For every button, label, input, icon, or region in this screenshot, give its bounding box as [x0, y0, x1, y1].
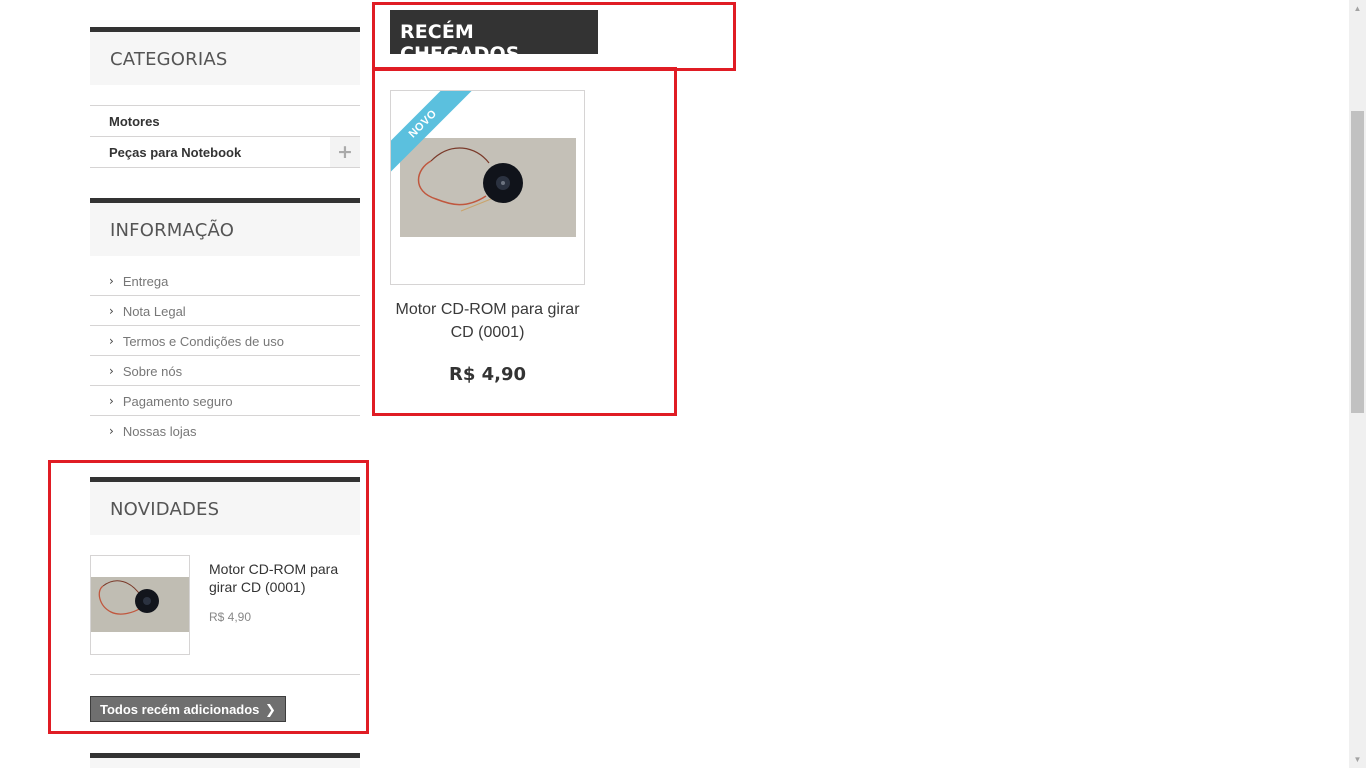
category-item-pecas-notebook[interactable]: Peças para Notebook +: [90, 137, 360, 168]
chevron-right-icon: ›: [109, 394, 114, 408]
chevron-right-icon: ›: [109, 304, 114, 318]
product-card: NOVO Motor CD-ROM para girar CD (0001) R…: [390, 90, 585, 385]
new-products-title: NOVIDADES: [90, 477, 360, 535]
expand-plus-icon[interactable]: +: [330, 137, 360, 167]
chevron-right-icon: ›: [109, 334, 114, 348]
info-link-label: Nossas lojas: [122, 424, 197, 439]
chevron-right-icon: ›: [109, 274, 114, 288]
category-item-motores[interactable]: Motores: [90, 106, 360, 137]
info-link-label: Pagamento seguro: [122, 394, 233, 409]
next-block-partial: [90, 753, 360, 768]
chevron-right-icon: ›: [109, 364, 114, 378]
scroll-down-arrow-icon[interactable]: ▼: [1349, 751, 1366, 768]
info-link-pagamento[interactable]: › Pagamento seguro: [90, 386, 360, 416]
new-product-price: R$ 4,90: [209, 610, 252, 624]
product-name[interactable]: Motor CD-ROM para girar CD (0001): [390, 298, 585, 344]
info-link-sobre-nos[interactable]: › Sobre nós: [90, 356, 360, 386]
info-link-label: Termos e Condições de uso: [122, 334, 284, 349]
info-link-label: Nota Legal: [122, 304, 186, 319]
category-label: Peças para Notebook: [109, 145, 242, 160]
information-list: › Entrega › Nota Legal › Termos e Condiç…: [90, 266, 360, 446]
cd-motor-thumbnail[interactable]: [90, 555, 190, 655]
categories-block: CATEGORIAS Motores Peças para Notebook +: [90, 27, 360, 168]
info-link-nota-legal[interactable]: › Nota Legal: [90, 296, 360, 326]
new-product-item: Motor CD-ROM para girar CD (0001) R$ 4,9…: [90, 555, 360, 675]
new-product-name[interactable]: Motor CD-ROM para girar CD (0001): [209, 560, 359, 596]
info-link-label: Entrega: [122, 274, 169, 289]
category-label: Motores: [109, 114, 160, 129]
new-products-block: NOVIDADES Motor CD-ROM para girar CD (00…: [90, 477, 360, 722]
information-block: INFORMAÇÃO › Entrega › Nota Legal › Term…: [90, 198, 360, 446]
info-link-entrega[interactable]: › Entrega: [90, 266, 360, 296]
chevron-right-icon: ❯: [265, 703, 276, 718]
all-new-products-button[interactable]: Todos recém adicionados ❯: [90, 696, 286, 722]
all-new-products-label: Todos recém adicionados: [100, 702, 260, 717]
scroll-up-arrow-icon[interactable]: ▲: [1349, 0, 1366, 17]
scroll-thumb[interactable]: [1351, 111, 1364, 413]
page-scrollbar[interactable]: ▲ ▼: [1349, 0, 1366, 768]
information-title: INFORMAÇÃO: [90, 198, 360, 256]
info-link-nossas-lojas[interactable]: › Nossas lojas: [90, 416, 360, 446]
product-image-link[interactable]: NOVO: [390, 90, 585, 285]
chevron-right-icon: ›: [109, 424, 114, 438]
categories-list: Motores Peças para Notebook +: [90, 105, 360, 168]
categories-title: CATEGORIAS: [90, 27, 360, 85]
new-arrivals-title: RECÉM CHEGADOS: [390, 10, 598, 65]
product-price: R$ 4,90: [448, 364, 527, 385]
info-link-termos[interactable]: › Termos e Condições de uso: [90, 326, 360, 356]
info-link-label: Sobre nós: [122, 364, 183, 379]
